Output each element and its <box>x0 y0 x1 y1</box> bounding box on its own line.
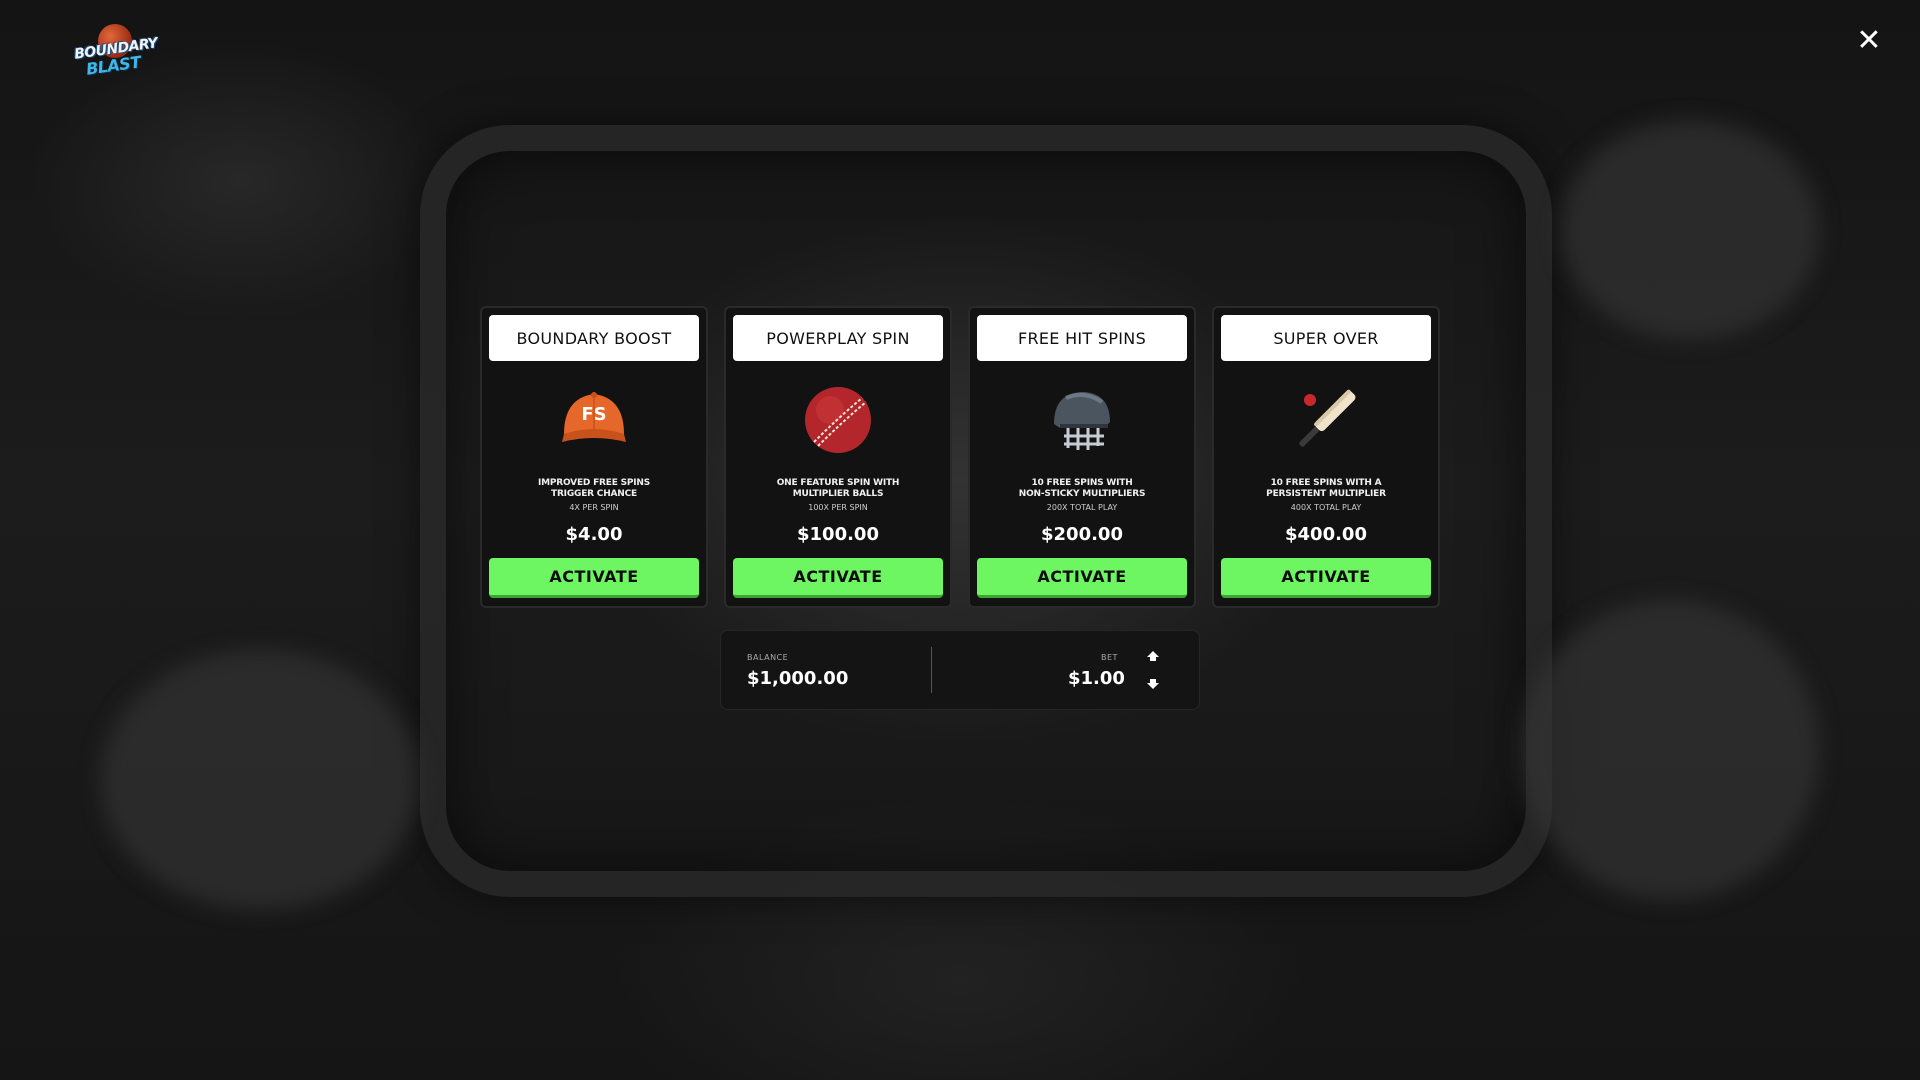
card-price: $4.00 <box>565 524 623 545</box>
card-description-line-2: NON-STICKY MULTIPLIERS <box>1018 489 1146 499</box>
card-title: SUPER OVER <box>1221 315 1431 361</box>
card-description: IMPROVED FREE SPINS TRIGGER CHANCE <box>482 478 706 500</box>
card-description: 10 FREE SPINS WITH NON-STICKY MULTIPLIER… <box>970 478 1194 500</box>
card-description: 10 FREE SPINS WITH A PERSISTENT MULTIPLI… <box>1214 478 1438 500</box>
feature-card-free-hit-spins: FREE HIT SPINS 10 FREE SPINS WITH NON-ST… <box>968 306 1196 608</box>
balance-bet-panel: BALANCE $1,000.00 BET $1.00 <box>720 630 1200 710</box>
card-description-line-1: ONE FEATURE SPIN WITH <box>776 478 900 488</box>
bet-increase-button[interactable] <box>1144 649 1162 663</box>
activate-button[interactable]: ACTIVATE <box>733 558 943 598</box>
feature-card-super-over: SUPER OVER 10 FREE SPINS WITH A PERSISTE… <box>1212 306 1440 608</box>
chevron-down-icon[interactable] <box>1146 678 1160 690</box>
card-title: BOUNDARY BOOST <box>489 315 699 361</box>
background-crowd-shape <box>100 650 420 910</box>
chevron-up-icon[interactable] <box>1146 650 1160 662</box>
bet-decrease-button[interactable] <box>1144 677 1162 691</box>
bet-label: BET <box>1101 653 1118 662</box>
logo-word-2: BLAST <box>84 52 142 79</box>
card-description-line-1: 10 FREE SPINS WITH <box>1031 478 1133 488</box>
card-price: $400.00 <box>1285 524 1367 545</box>
balance-label: BALANCE <box>747 653 789 662</box>
card-title: POWERPLAY SPIN <box>733 315 943 361</box>
panel-divider <box>931 647 932 693</box>
card-multiplier-note: 100X PER SPIN <box>808 503 868 512</box>
card-description-line-1: IMPROVED FREE SPINS <box>537 478 651 488</box>
cricket-bat-icon <box>1286 380 1366 460</box>
card-description: ONE FEATURE SPIN WITH MULTIPLIER BALLS <box>726 478 950 500</box>
feature-buy-cards: BOUNDARY BOOST FS IMPROVED FREE SPINS TR… <box>480 306 1440 608</box>
activate-button[interactable]: ACTIVATE <box>1221 558 1431 598</box>
feature-card-powerplay-spin: POWERPLAY SPIN ONE FEATURE SPIN WITH MUL… <box>724 306 952 608</box>
activate-button[interactable]: ACTIVATE <box>489 558 699 598</box>
bet-value: $1.00 <box>1068 668 1125 689</box>
background-crowd-shape <box>1520 600 1820 900</box>
card-description-line-2: PERSISTENT MULTIPLIER <box>1266 489 1386 499</box>
close-icon[interactable]: ✕ <box>1856 23 1881 58</box>
card-description-line-2: MULTIPLIER BALLS <box>792 489 884 499</box>
card-multiplier-note: 400X TOTAL PLAY <box>1290 503 1362 512</box>
close-button[interactable]: ✕ <box>1854 26 1884 56</box>
activate-button[interactable]: ACTIVATE <box>977 558 1187 598</box>
card-price: $100.00 <box>797 524 879 545</box>
cricket-helmet-icon <box>1042 380 1122 460</box>
card-multiplier-note: 200X TOTAL PLAY <box>1046 503 1118 512</box>
balance-value: $1,000.00 <box>747 668 849 689</box>
card-multiplier-note: 4X PER SPIN <box>569 503 619 512</box>
background-crowd-shape <box>1560 120 1820 340</box>
boundary-blast-logo: BOUNDARY BLAST <box>73 24 158 80</box>
card-description-line-2: TRIGGER CHANCE <box>551 489 637 499</box>
card-title: FREE HIT SPINS <box>977 315 1187 361</box>
cricket-ball-icon <box>798 380 878 460</box>
feature-card-boundary-boost: BOUNDARY BOOST FS IMPROVED FREE SPINS TR… <box>480 306 708 608</box>
card-description-line-1: 10 FREE SPINS WITH A <box>1270 478 1382 488</box>
card-price: $200.00 <box>1041 524 1123 545</box>
orange-cap-fs-icon: FS <box>554 380 634 460</box>
svg-text:FS: FS <box>581 404 606 425</box>
